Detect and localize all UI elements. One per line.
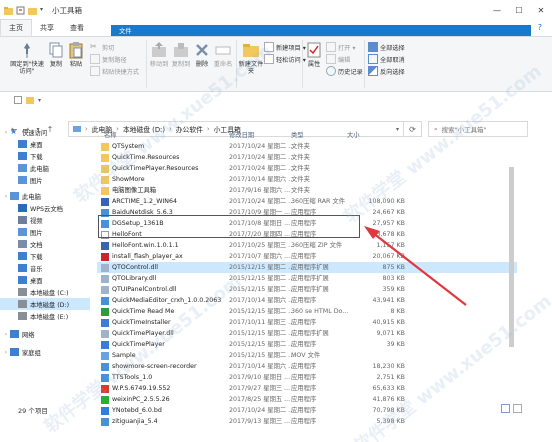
details-view-icon[interactable] [501, 404, 510, 413]
file-explorer-window: ▾ 小工具箱 — ☐ ✕ 文件 主页 共享 查看 ? 固定到"快速访问" 复制 … [0, 0, 552, 442]
view-switcher [501, 404, 522, 413]
large-icons-view-icon[interactable] [513, 404, 522, 413]
vertical-scrollbar[interactable] [508, 139, 515, 402]
